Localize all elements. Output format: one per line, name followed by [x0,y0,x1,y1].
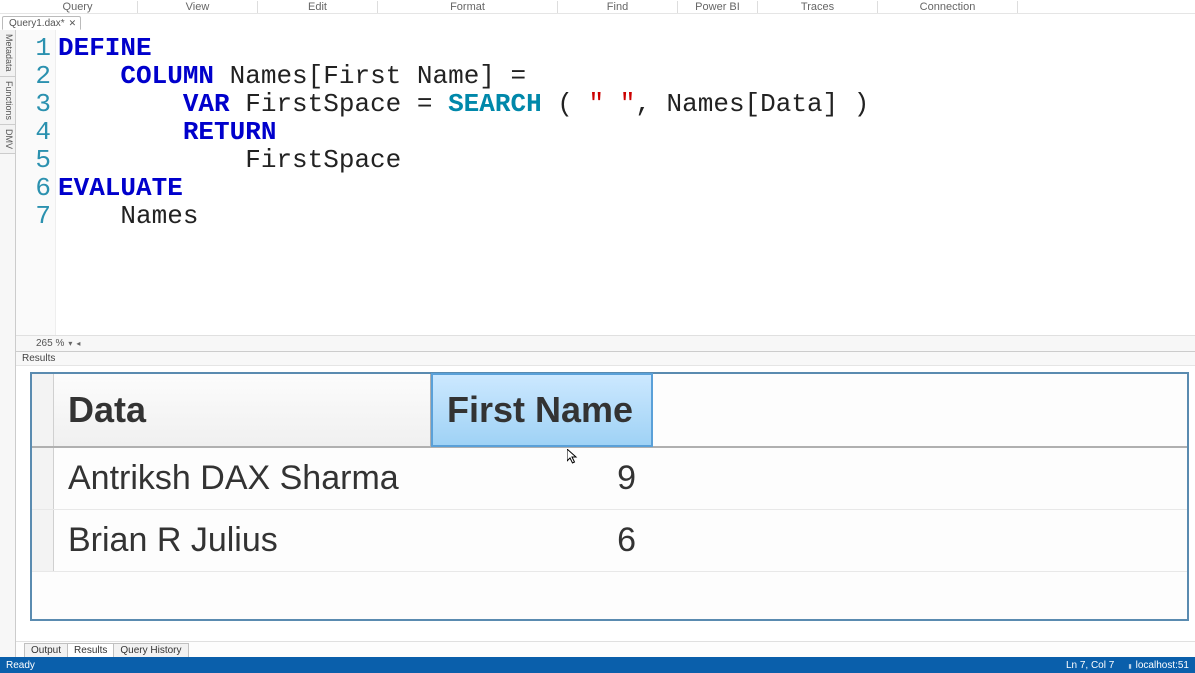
scroll-left-icon[interactable]: ◂ [76,339,80,348]
menu-connection[interactable]: Connection [878,1,1018,13]
menu-edit[interactable]: Edit [258,1,378,13]
results-panel-title: Results [16,352,1195,366]
results-panel: Data First Name Antriksh DAX Sharma 9 Br… [16,366,1195,641]
table-row[interactable]: Antriksh DAX Sharma 9 [32,448,1187,510]
cell-first-name: 9 [432,448,654,509]
line-number: 4 [16,118,55,146]
line-number: 7 [16,202,55,230]
file-tab-label: Query1.dax* [9,18,65,29]
line-gutter: 1 2 3 4 5 6 7 [16,30,56,351]
grid-header-row: Data First Name [32,374,1187,448]
close-icon[interactable]: ✕ [69,18,77,29]
menu-traces[interactable]: Traces [758,1,878,13]
side-tab-dmv[interactable]: DMV [0,125,15,154]
row-header [32,510,54,571]
tab-query-history[interactable]: Query History [113,643,188,657]
menu-format[interactable]: Format [378,1,558,13]
row-header [32,448,54,509]
file-tab-query1[interactable]: Query1.dax* ✕ [2,16,81,30]
menu-powerbi[interactable]: Power BI [678,1,758,13]
menu-query[interactable]: Query [18,1,138,13]
zoom-level[interactable]: 265 % [36,338,64,349]
side-tab-metadata[interactable]: Metadata [0,30,15,77]
cell-first-name: 6 [432,510,654,571]
code-area[interactable]: DEFINE COLUMN Names[First Name] = VAR Fi… [56,30,1195,351]
editor-zoom-bar: 265 % ▾ ◂ [16,335,1195,351]
side-tab-functions[interactable]: Functions [0,77,15,125]
cell-data: Brian R Julius [54,510,432,571]
side-panel-tabs: Metadata Functions DMV [0,30,16,657]
table-row[interactable]: Brian R Julius 6 [32,510,1187,572]
menu-view[interactable]: View [138,1,258,13]
status-bar: Ready Ln 7, Col 7 localhost:51 [0,657,1195,673]
column-header-first-name[interactable]: First Name [431,373,653,447]
status-cursor-position: Ln 7, Col 7 [1066,660,1114,671]
grid-corner [32,374,54,446]
menu-find[interactable]: Find [558,1,678,13]
results-grid[interactable]: Data First Name Antriksh DAX Sharma 9 Br… [30,372,1189,621]
menu-bar: Query View Edit Format Find Power BI Tra… [0,0,1195,14]
document-tab-bar: Query1.dax* ✕ [0,14,1195,30]
chevron-down-icon[interactable]: ▾ [68,339,72,348]
tab-output[interactable]: Output [24,643,68,657]
status-ready: Ready [6,660,35,671]
status-connection: localhost:51 [1128,660,1189,671]
column-header-data[interactable]: Data [54,374,432,446]
tab-results[interactable]: Results [67,643,114,657]
line-number: 2 [16,62,55,90]
line-number: 1 [16,34,55,62]
cell-data: Antriksh DAX Sharma [54,448,432,509]
code-editor[interactable]: 1 2 3 4 5 6 7 DEFINE COLUMN Names[First … [16,30,1195,352]
line-number: 6 [16,174,55,202]
output-tab-bar: Output Results Query History [16,641,1195,657]
line-number: 3 [16,90,55,118]
line-number: 5 [16,146,55,174]
